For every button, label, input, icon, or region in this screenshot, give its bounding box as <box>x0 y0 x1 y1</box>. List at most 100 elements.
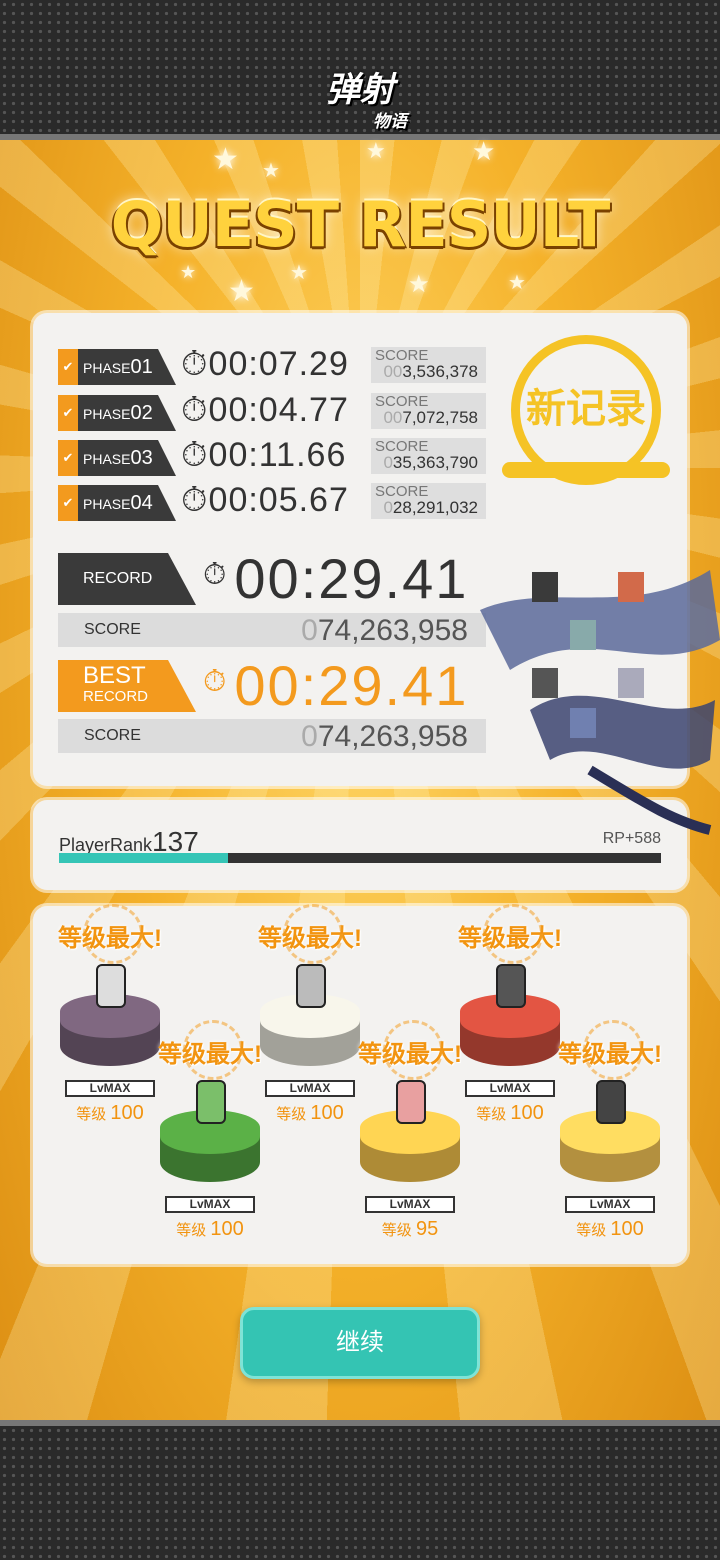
pedestal <box>460 964 560 1072</box>
phase-time: 00:11.66 <box>208 436 347 474</box>
character-sprite <box>496 964 526 1008</box>
phase-label: PHASE <box>83 496 131 512</box>
score-pad: 0 <box>383 498 393 517</box>
record-score-row: SCORE 074,263,958 <box>58 613 486 647</box>
star-icon: ★ <box>228 275 255 308</box>
star-icon: ★ <box>180 262 197 282</box>
level-max-text: 等级最大! <box>255 904 365 964</box>
lv-max-badge: LvMAX <box>65 1080 155 1097</box>
phase-time: 00:05.67 <box>208 481 349 519</box>
level-value: 95 <box>415 1218 439 1240</box>
record-tag: RECORD <box>58 553 196 605</box>
phase-row: ✔ PHASE03 ⏱00:11.66 SCORE 035,363,790 <box>58 436 488 476</box>
game-logo: 弹射 物语 <box>0 62 720 132</box>
check-icon: ✔ <box>58 349 78 385</box>
character-sprite <box>596 1080 626 1124</box>
phase-score: SCORE 028,291,032 <box>371 483 486 519</box>
best-time: 00:29.41 <box>234 654 469 717</box>
phase-tag: ✔ PHASE04 <box>58 485 176 521</box>
level-label: 等级 <box>276 1106 307 1123</box>
star-icon: ★ <box>366 138 386 163</box>
score-value: 28,291,032 <box>392 498 478 517</box>
best-time-block: ⏱ 00:29.41 <box>203 653 468 718</box>
stopwatch-icon: ⏱ <box>181 481 209 519</box>
pedestal <box>360 1080 460 1188</box>
level-label: 等级 <box>476 1106 507 1123</box>
character-sprite <box>196 1080 226 1124</box>
phase-row: ✔ PHASE04 ⏱00:05.67 SCORE 028,291,032 <box>58 481 488 521</box>
phase-label: PHASE <box>83 406 131 422</box>
lv-max-badge: LvMAX <box>265 1080 355 1097</box>
continue-button[interactable]: 继续 <box>240 1307 480 1379</box>
unit-card[interactable]: 等级最大! LvMAX 等级 100 <box>455 904 565 1178</box>
check-icon: ✔ <box>58 395 78 431</box>
phase-score: SCORE 007,072,758 <box>371 393 486 429</box>
level-value: 100 <box>210 1218 244 1240</box>
pedestal <box>160 1080 260 1188</box>
pedestal <box>260 964 360 1072</box>
logo-text: 弹射 <box>326 71 394 109</box>
best-sublabel: RECORD <box>83 688 149 705</box>
phase-number: 02 <box>130 402 153 424</box>
character-sprite <box>296 964 326 1008</box>
stopwatch-icon: ⏱ <box>203 558 229 591</box>
phase-row: ✔ PHASE01 ⏱00:07.29 SCORE 003,536,378 <box>58 345 488 385</box>
level-value: 100 <box>610 1218 644 1240</box>
lv-max-badge: LvMAX <box>165 1196 255 1213</box>
score-value: 7,072,758 <box>402 408 478 427</box>
phase-time: 00:04.77 <box>208 391 349 429</box>
unit-card[interactable]: 等级最大! LvMAX 等级 95 <box>355 1020 465 1294</box>
page-title: QUEST RESULT <box>110 188 611 261</box>
level-max-text: 等级最大! <box>455 904 565 964</box>
unit-card[interactable]: 等级最大! LvMAX 等级 100 <box>555 1020 665 1294</box>
level-value: 100 <box>510 1102 544 1124</box>
score-label: SCORE <box>84 621 141 638</box>
phase-number: 04 <box>130 492 153 514</box>
units-panel: 等级最大! LvMAX 等级 100 等级最大! LvMAX 等级 100 等级… <box>33 904 687 1264</box>
unit-card[interactable]: 等级最大! LvMAX 等级 100 <box>55 904 165 1178</box>
unit-card[interactable]: 等级最大! LvMAX 等级 100 <box>155 1020 265 1294</box>
record-time: 00:29.41 <box>234 547 469 610</box>
score-value: 3,536,378 <box>402 362 478 381</box>
character-sprite <box>96 964 126 1008</box>
phase-tag: ✔ PHASE02 <box>58 395 176 431</box>
level-value: 100 <box>110 1102 144 1124</box>
level-max-text: 等级最大! <box>555 1020 665 1080</box>
score-pad: 0 <box>301 614 318 647</box>
level-label: 等级 <box>76 1106 107 1123</box>
rank-label: PlayerRank <box>59 835 153 855</box>
pedestal <box>560 1080 660 1188</box>
star-icon: ★ <box>290 262 308 284</box>
star-icon: ★ <box>508 272 526 294</box>
phase-number: 03 <box>130 447 153 469</box>
logo-subtext: 物语 <box>373 112 407 131</box>
phase-number: 01 <box>130 356 153 378</box>
new-record-stamp: 新记录 <box>502 335 670 485</box>
check-icon: ✔ <box>58 485 78 521</box>
best-score-row: SCORE 074,263,958 <box>58 719 486 753</box>
phase-time: 00:07.29 <box>208 345 349 383</box>
record-time-block: ⏱ 00:29.41 <box>203 546 468 611</box>
level-value: 100 <box>310 1102 344 1124</box>
star-icon: ★ <box>472 136 496 166</box>
level-max-text: 等级最大! <box>55 904 165 964</box>
score-pad: 0 <box>301 720 318 753</box>
lv-max-badge: LvMAX <box>465 1080 555 1097</box>
best-label: BEST <box>83 662 146 689</box>
phase-row: ✔ PHASE02 ⏱00:04.77 SCORE 007,072,758 <box>58 391 488 431</box>
score-pad: 00 <box>383 408 403 427</box>
phase-score: SCORE 035,363,790 <box>371 438 486 474</box>
rank-progress-bar <box>59 853 661 863</box>
phase-label: PHASE <box>83 360 131 376</box>
score-value: 35,363,790 <box>392 453 478 472</box>
phase-tag: ✔ PHASE03 <box>58 440 176 476</box>
score-pad: 0 <box>383 453 393 472</box>
party-swirl-illustration <box>480 570 720 835</box>
star-icon: ★ <box>408 271 430 298</box>
stopwatch-icon: ⏱ <box>181 436 209 474</box>
stopwatch-icon: ⏱ <box>203 665 229 698</box>
level-max-text: 等级最大! <box>155 1020 265 1080</box>
phase-label: PHASE <box>83 451 131 467</box>
phase-tag: ✔ PHASE01 <box>58 349 176 385</box>
unit-card[interactable]: 等级最大! LvMAX 等级 100 <box>255 904 365 1178</box>
